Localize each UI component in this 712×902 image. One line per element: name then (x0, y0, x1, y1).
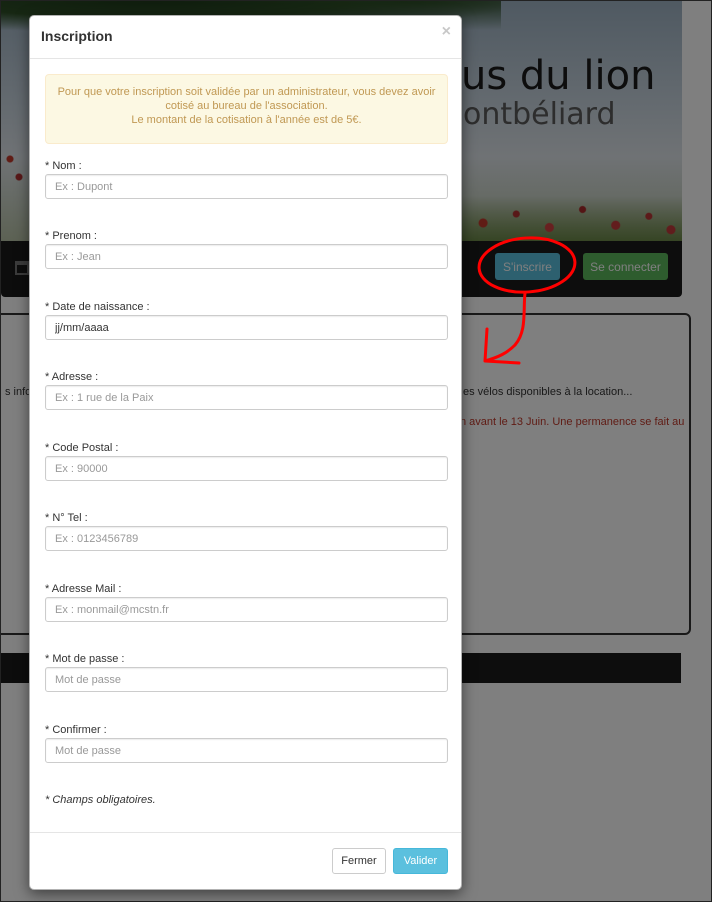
field-label-nom: * Nom : (45, 160, 82, 172)
submit-button[interactable]: Valider (393, 848, 448, 874)
close-icon[interactable]: × (442, 24, 451, 40)
modal-footer: Fermer Valider (30, 832, 461, 889)
field-label-birthdate: * Date de naissance : (45, 301, 150, 313)
birthdate-input[interactable] (45, 315, 448, 340)
registration-modal: Inscription × Pour que votre inscription… (29, 15, 462, 890)
nom-input[interactable] (45, 174, 448, 199)
phone-input[interactable] (45, 526, 448, 551)
postal-code-input[interactable] (45, 456, 448, 481)
field-label-code-postal: * Code Postal : (45, 442, 119, 454)
confirm-password-input[interactable] (45, 738, 448, 763)
field-label-password: * Mot de passe : (45, 653, 125, 665)
modal-header: Inscription × (30, 16, 461, 59)
field-label-confirm: * Confirmer : (45, 724, 107, 736)
field-label-email: * Adresse Mail : (45, 583, 122, 595)
email-input[interactable] (45, 597, 448, 622)
password-input[interactable] (45, 667, 448, 692)
modal-title: Inscription (41, 28, 113, 44)
info-alert: Pour que votre inscription soit validée … (45, 74, 448, 144)
close-button[interactable]: Fermer (332, 848, 386, 874)
alert-line-2: cotisé au bureau de l'association. (165, 100, 328, 112)
field-label-adresse: * Adresse : (45, 371, 99, 383)
field-label-prenom: * Prenom : (45, 230, 97, 242)
alert-line-1: Pour que votre inscription soit validée … (57, 86, 436, 98)
field-label-tel: * N° Tel : (45, 512, 88, 524)
address-input[interactable] (45, 385, 448, 410)
required-fields-note: * Champs obligatoires. (45, 794, 156, 806)
alert-line-3: Le montant de la cotisation à l'année es… (131, 114, 362, 126)
prenom-input[interactable] (45, 244, 448, 269)
